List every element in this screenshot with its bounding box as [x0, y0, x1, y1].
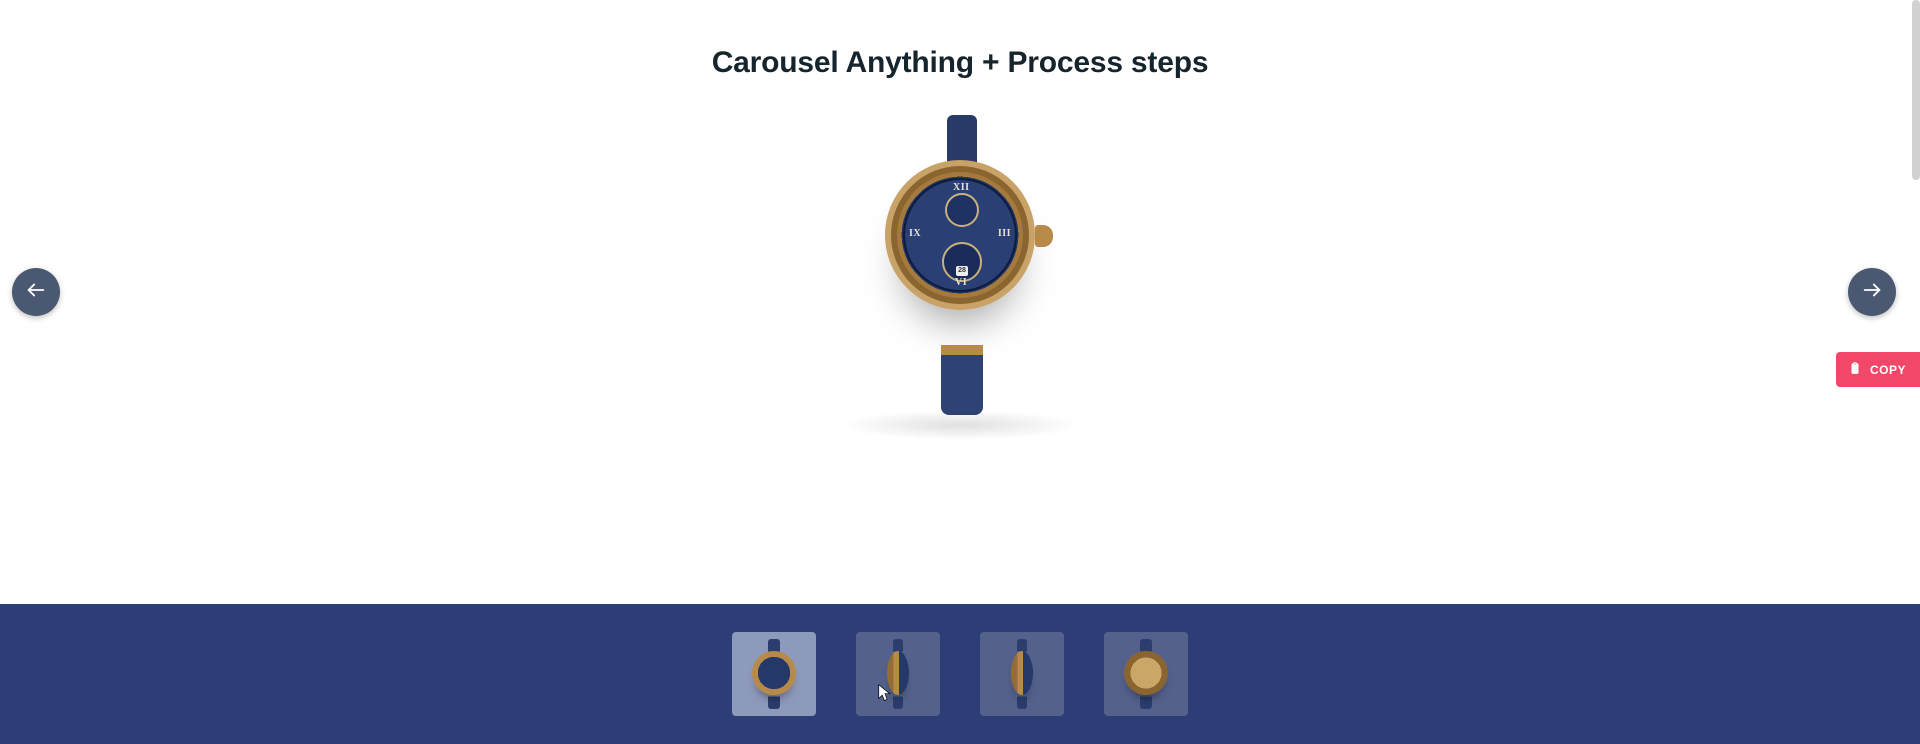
thumbnail-2-image	[873, 639, 923, 709]
thumbnail-3-image	[997, 639, 1047, 709]
carousel-stage: 28 XII III VI IX	[0, 100, 1920, 430]
product-shadow	[840, 410, 1080, 440]
copy-button[interactable]: COPY	[1836, 352, 1920, 387]
watch-crown	[1035, 225, 1053, 247]
thumbnail-4-image	[1121, 639, 1171, 709]
numeral-ix: IX	[909, 228, 921, 239]
carousel-prev-button[interactable]	[12, 268, 60, 316]
thumbnail-3[interactable]	[980, 632, 1064, 716]
page: Carousel Anything + Process steps 28 XII…	[0, 0, 1920, 744]
watch-subdial-lower	[942, 242, 982, 282]
thumbnail-4[interactable]	[1104, 632, 1188, 716]
numeral-xii: XII	[953, 182, 970, 193]
watch-strap-bottom	[941, 345, 983, 415]
watch-subdial-upper	[945, 193, 979, 227]
numeral-vi: VI	[955, 277, 967, 288]
watch-face: 28 XII III VI IX	[903, 178, 1017, 292]
carousel-next-button[interactable]	[1848, 268, 1896, 316]
numeral-iii: III	[998, 228, 1011, 239]
arrow-right-icon	[1861, 279, 1883, 306]
thumbnail-2[interactable]	[856, 632, 940, 716]
thumbnail-1[interactable]	[732, 632, 816, 716]
thumbnail-1-image	[749, 639, 799, 709]
thumbnail-strip	[0, 604, 1920, 744]
clipboard-icon	[1848, 361, 1862, 378]
copy-button-label: COPY	[1870, 363, 1906, 377]
page-title: Carousel Anything + Process steps	[0, 46, 1920, 80]
arrow-left-icon	[25, 279, 47, 306]
product-image: 28 XII III VI IX	[855, 115, 1065, 415]
watch-date-window: 28	[956, 266, 968, 276]
